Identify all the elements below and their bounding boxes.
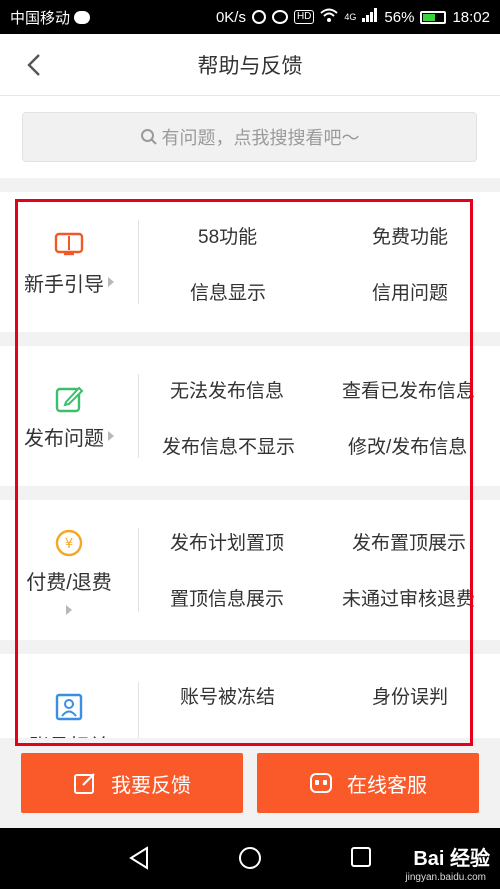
divider — [138, 374, 139, 458]
title-bar: 帮助与反馈 — [0, 34, 500, 96]
edit-icon — [52, 382, 86, 416]
svg-text:¥: ¥ — [65, 537, 73, 552]
divider — [138, 682, 139, 738]
category-label: 付费/退费 — [26, 571, 112, 594]
divider — [138, 528, 139, 612]
help-link[interactable]: 信用问题 — [372, 278, 448, 305]
help-link[interactable]: 查看已发布信息 — [342, 376, 475, 403]
battery-icon — [420, 10, 447, 24]
help-link[interactable]: 信息显示 — [190, 278, 266, 305]
search-box[interactable]: 有问题，点我搜搜看吧～ — [22, 112, 477, 162]
help-link[interactable]: 置顶信息展示 — [170, 584, 284, 611]
hd-icon: HD — [293, 10, 315, 24]
category-newbie-guide: 新手引导 58功能 免费功能 信息显示 信用问题 — [0, 192, 500, 332]
category-label: 账号相关 — [29, 730, 109, 739]
search-area: 有问题，点我搜搜看吧～ — [0, 96, 500, 178]
wifi-icon — [320, 8, 339, 26]
page-title: 帮助与反馈 — [197, 54, 303, 78]
book-icon — [52, 228, 86, 262]
help-link[interactable]: 58功能 — [198, 222, 257, 249]
network-type: 4G — [344, 12, 357, 22]
help-link[interactable]: 无法发布信息 — [170, 376, 284, 403]
help-link[interactable]: 发布信息不显示 — [162, 432, 295, 459]
category-header[interactable]: 账号相关 — [0, 654, 138, 738]
id-card-icon — [52, 690, 86, 724]
service-label: 在线客服 — [347, 774, 427, 797]
network-speed: 0K/s — [215, 8, 246, 26]
yen-icon: ¥ — [52, 526, 86, 560]
help-link[interactable]: 免费功能 — [372, 222, 448, 249]
category-payment-refund: ¥ 付费/退费 发布计划置顶 发布置顶展示 置顶信息展示 未通过审核退费 — [0, 500, 500, 640]
chevron-right-icon — [66, 604, 72, 615]
recents-square-icon[interactable] — [350, 846, 372, 868]
category-label: 发布问题 — [24, 427, 104, 450]
alarm-icon — [271, 10, 288, 24]
feedback-label: 我要反馈 — [111, 774, 191, 797]
divider — [138, 220, 139, 304]
chat-icon — [74, 10, 91, 24]
edit-icon — [74, 773, 95, 794]
chevron-right-icon — [108, 277, 114, 287]
watermark-url: jingyan.baidu.com — [405, 872, 486, 883]
home-circle-icon[interactable] — [238, 846, 262, 870]
help-categories: 新手引导 58功能 免费功能 信息显示 信用问题 发布问题 无法发布信息 查看已… — [0, 192, 500, 738]
battery-percent: 56% — [384, 8, 415, 26]
feedback-button[interactable]: 我要反馈 — [21, 753, 243, 813]
chevron-right-icon — [108, 431, 114, 441]
category-account: 账号相关 账号被冻结 身份误判 — [0, 654, 500, 738]
chevron-left-icon — [27, 54, 40, 76]
signal-icon — [362, 8, 378, 26]
help-link[interactable]: 发布置顶展示 — [352, 528, 466, 555]
category-header[interactable]: 发布问题 — [0, 346, 138, 486]
category-header[interactable]: ¥ 付费/退费 — [0, 500, 138, 640]
search-placeholder: 有问题，点我搜搜看吧～ — [161, 128, 360, 148]
baidu-jingyan-logo: Bai 经验 — [413, 848, 490, 870]
help-link[interactable]: 发布计划置顶 — [170, 528, 284, 555]
category-publish: 发布问题 无法发布信息 查看已发布信息 发布信息不显示 修改/发布信息 — [0, 346, 500, 486]
clock: 18:02 — [452, 8, 490, 26]
carrier-text: 中国移动 — [10, 9, 71, 27]
category-header[interactable]: 新手引导 — [0, 192, 138, 332]
back-button[interactable] — [18, 48, 52, 82]
location-icon — [251, 10, 266, 24]
help-link[interactable]: 未通过审核退费 — [342, 584, 475, 611]
status-bar: 中国移动 0K/s HD 4G 56% 18:02 — [0, 0, 500, 34]
system-nav-bar: Bai 经验 jingyan.baidu.com — [0, 828, 500, 889]
help-link[interactable]: 修改/发布信息 — [348, 432, 467, 459]
robot-icon — [310, 773, 332, 793]
help-link[interactable]: 身份误判 — [372, 682, 448, 709]
search-icon — [140, 129, 157, 145]
help-link[interactable]: 账号被冻结 — [180, 682, 275, 709]
back-triangle-icon[interactable] — [128, 846, 150, 870]
category-label: 新手引导 — [24, 273, 104, 296]
online-service-button[interactable]: 在线客服 — [257, 753, 479, 813]
